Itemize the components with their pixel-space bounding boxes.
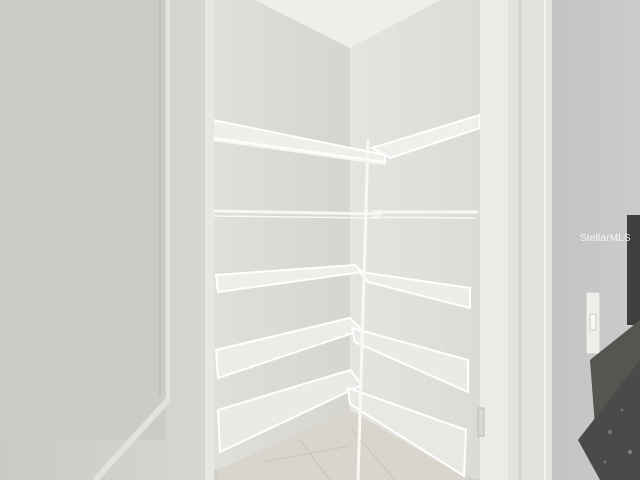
shelf-right-2-rail <box>371 216 477 219</box>
stellarmls-watermark: StellarMLS <box>580 233 631 244</box>
strike-plate <box>477 407 485 437</box>
granite-fleck <box>603 460 607 464</box>
pantry-photo <box>0 0 640 480</box>
cabinet-side <box>627 215 640 325</box>
granite-fleck <box>608 430 612 434</box>
open-door[interactable] <box>0 0 214 480</box>
door-edge <box>205 0 214 480</box>
light-switch-toggle[interactable] <box>589 313 597 331</box>
granite-fleck <box>628 450 632 454</box>
door-frame <box>477 0 552 480</box>
granite-fleck <box>620 408 624 412</box>
door-inset-panel <box>0 0 165 440</box>
